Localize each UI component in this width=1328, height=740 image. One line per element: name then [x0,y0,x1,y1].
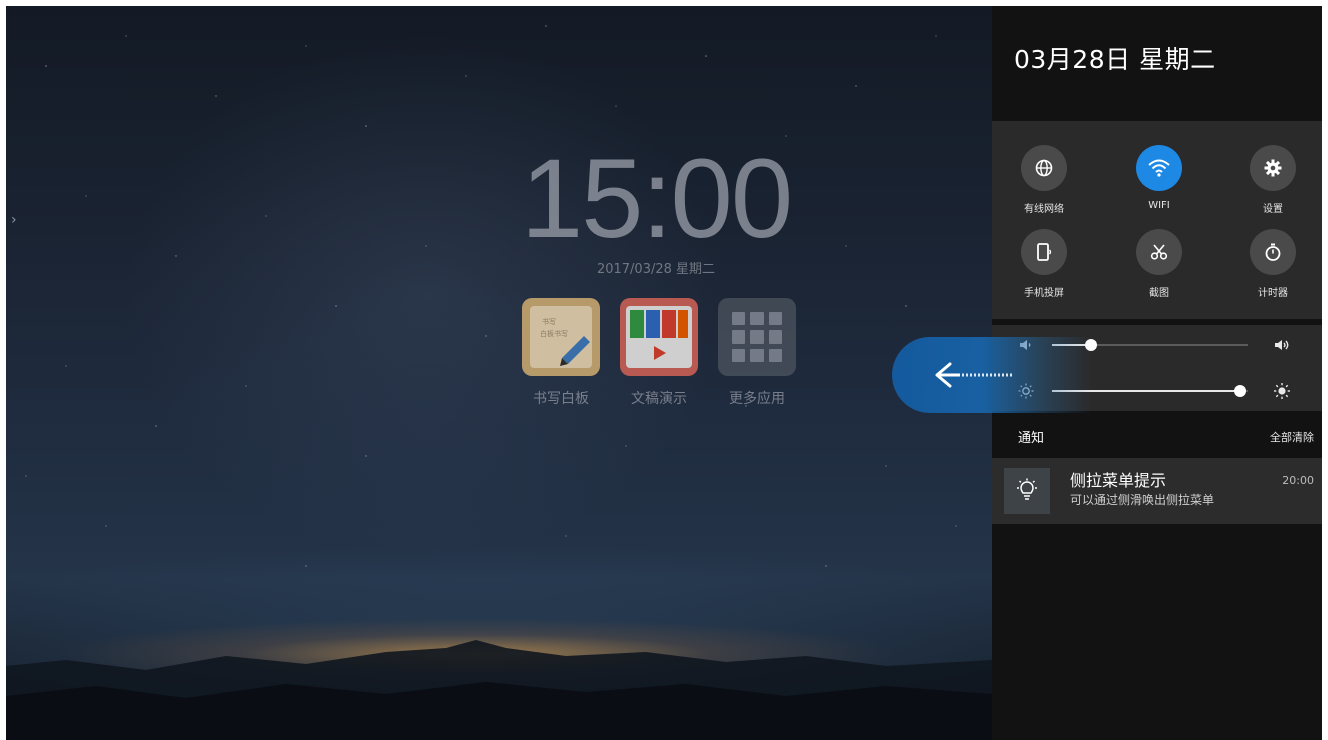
qs-label: 手机投屏 [1024,288,1064,299]
screen: › 15:00 2017/03/28 星期二 书写 白板书写 书写白板 文稿演示… [6,6,1322,740]
qs-timer[interactable]: 计时器 [1228,229,1318,299]
notification-item[interactable]: 侧拉菜单提示 可以通过侧滑唤出侧拉菜单 20:00 [992,458,1322,524]
mountain-silhouette [6,640,992,740]
qs-label: WIFI [1148,200,1170,211]
app-whiteboard[interactable]: 书写 白板书写 书写白板 [521,298,601,408]
qs-wired-network[interactable]: 有线网络 [999,145,1089,215]
app-label: 文稿演示 [631,391,687,407]
qs-label: 设置 [1263,204,1283,215]
stopwatch-icon [1250,229,1296,275]
notification-body: 可以通过侧滑唤出侧拉菜单 [1070,493,1215,507]
notification-time: 20:00 [1282,474,1314,487]
app-label: 更多应用 [729,391,785,407]
arrow-left-icon [935,362,1012,388]
qs-phone-cast[interactable]: 手机投屏 [999,229,1089,299]
lightbulb-icon [1004,468,1050,514]
notifications-header: 通知 全部清除 [992,421,1322,451]
presentation-icon [620,298,698,376]
qs-screenshot[interactable]: 截图 [1114,229,1204,299]
scissors-icon [1136,229,1182,275]
qs-label: 截图 [1149,288,1169,299]
volume-high-icon [1275,340,1289,350]
globe-icon [1021,145,1067,191]
whiteboard-icon: 书写 白板书写 [522,298,600,376]
app-grid-icon [718,298,796,376]
qs-label: 计时器 [1258,288,1288,299]
swipe-hint[interactable] [892,337,1092,413]
qs-wifi[interactable]: WIFI [1114,145,1204,211]
home-date: 2017/03/28 星期二 [596,262,716,277]
home-clock: 15:00 [520,136,793,261]
phone-cast-icon [1021,229,1067,275]
notification-title: 侧拉菜单提示 [1070,471,1167,490]
scribble-line-2: 白板书写 [540,329,568,338]
wallpaper: › 15:00 2017/03/28 星期二 书写 白板书写 书写白板 文稿演示… [6,6,992,740]
brightness-high-icon [1274,383,1290,399]
panel-date: 03月28日 星期二 [1014,45,1216,74]
app-label: 书写白板 [533,391,589,407]
star-field [25,25,957,567]
quick-settings: 有线网络 WIFI 设置 手机投屏 截图 计时器 [992,121,1322,319]
clear-all-button[interactable]: 全部清除 [1270,429,1314,445]
app-more[interactable]: 更多应用 [717,298,797,408]
qs-label: 有线网络 [1024,204,1064,215]
scribble-line-1: 书写 [542,317,556,326]
app-presentation[interactable]: 文稿演示 [619,298,699,408]
wifi-icon [1136,145,1182,191]
notifications-title: 通知 [1018,431,1045,446]
qs-settings[interactable]: 设置 [1228,145,1318,215]
brightness-thumb[interactable] [1234,385,1247,397]
edge-arrow-icon[interactable]: › [11,212,17,228]
gear-icon [1250,145,1296,191]
